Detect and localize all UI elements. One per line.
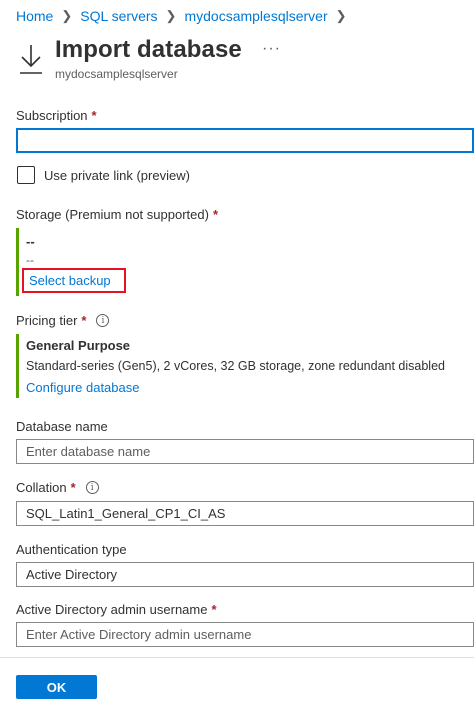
database-name-label-text: Database name xyxy=(16,419,108,434)
required-marker: * xyxy=(211,602,217,617)
chevron-right-icon: ❯ xyxy=(61,8,73,23)
breadcrumb-server[interactable]: mydocsamplesqlserver xyxy=(184,8,327,24)
collation-label-text: Collation xyxy=(16,480,67,495)
pricing-tier-name: General Purpose xyxy=(26,338,131,353)
storage-subvalue: -- xyxy=(26,253,34,267)
breadcrumb: Home ❯ SQL servers ❯ mydocsamplesqlserve… xyxy=(16,8,355,24)
select-backup-link[interactable]: Select backup xyxy=(22,268,126,293)
page-subtitle: mydocsamplesqlserver xyxy=(55,67,178,81)
footer-divider xyxy=(0,657,474,658)
breadcrumb-home[interactable]: Home xyxy=(16,8,53,24)
storage-value: -- xyxy=(26,234,35,249)
pricing-tier-label-text: Pricing tier xyxy=(16,313,78,328)
admin-username-label: Active Directory admin username * xyxy=(16,602,217,617)
info-icon[interactable]: i xyxy=(85,481,99,494)
subscription-dropdown[interactable] xyxy=(16,128,474,153)
collation-input[interactable]: SQL_Latin1_General_CP1_CI_AS xyxy=(16,501,474,526)
auth-type-dropdown[interactable]: Active Directory xyxy=(16,562,474,587)
subscription-label: Subscription * xyxy=(16,108,97,123)
auth-type-label-text: Authentication type xyxy=(16,542,127,557)
database-name-label: Database name xyxy=(16,419,108,434)
storage-label-text: Storage (Premium not supported) xyxy=(16,207,209,222)
breadcrumb-sql-servers[interactable]: SQL servers xyxy=(80,8,157,24)
storage-label: Storage (Premium not supported) * xyxy=(16,207,218,222)
pricing-section: General Purpose Standard-series (Gen5), … xyxy=(16,334,474,398)
configure-database-link[interactable]: Configure database xyxy=(26,380,139,395)
required-marker: * xyxy=(70,480,76,495)
database-name-input[interactable]: Enter database name xyxy=(16,439,474,464)
auth-type-label: Authentication type xyxy=(16,542,127,557)
required-marker: * xyxy=(212,207,218,222)
ok-button[interactable]: OK xyxy=(16,675,97,699)
private-link-checkbox[interactable] xyxy=(17,166,35,184)
private-link-row[interactable]: Use private link (preview) xyxy=(17,166,190,184)
admin-username-input[interactable]: Enter Active Directory admin username xyxy=(16,622,474,647)
info-icon[interactable]: i xyxy=(96,314,110,327)
storage-section: -- -- Select backup xyxy=(16,228,216,296)
collation-label: Collation * i xyxy=(16,480,99,495)
chevron-right-icon: ❯ xyxy=(335,8,347,23)
chevron-right-icon: ❯ xyxy=(165,8,177,23)
admin-username-label-text: Active Directory admin username xyxy=(16,602,208,617)
download-icon xyxy=(20,45,42,74)
pricing-tier-description: Standard-series (Gen5), 2 vCores, 32 GB … xyxy=(26,359,445,373)
required-marker: * xyxy=(81,313,87,328)
required-marker: * xyxy=(91,108,97,123)
subscription-label-text: Subscription xyxy=(16,108,88,123)
pricing-tier-label: Pricing tier * i xyxy=(16,313,110,328)
page-title: Import database xyxy=(55,36,242,63)
more-options-button[interactable]: ··· xyxy=(262,40,281,58)
private-link-label: Use private link (preview) xyxy=(44,167,190,183)
